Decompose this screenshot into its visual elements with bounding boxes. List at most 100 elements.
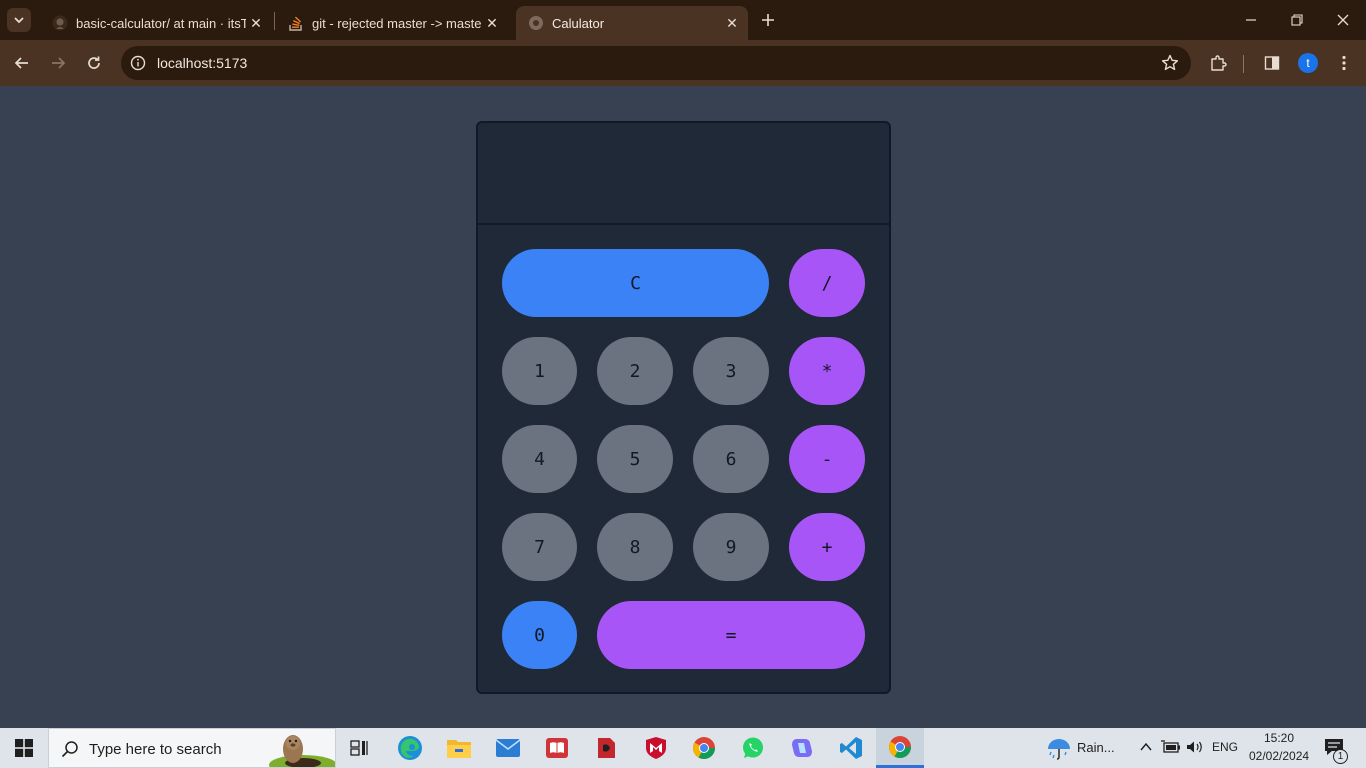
more-vertical-icon [1342, 55, 1346, 71]
chevron-up-icon[interactable] [1140, 742, 1152, 752]
tab-title: basic-calculator/ at main · itsTQ [76, 15, 246, 31]
side-panel-button[interactable] [1261, 52, 1283, 74]
taskbar-vscode[interactable] [827, 728, 875, 768]
taskbar-mcafee[interactable] [632, 728, 680, 768]
windows-taskbar: Type here to search Rain... ENG 15:20 02… [0, 728, 1366, 768]
close-icon[interactable]: ✕ [246, 13, 266, 33]
taskbar-reader[interactable] [533, 728, 581, 768]
search-placeholder: Type here to search [89, 741, 222, 758]
digit-2-button[interactable]: 2 [597, 337, 673, 405]
reload-icon [88, 56, 100, 69]
task-view-icon [350, 740, 368, 756]
taskbar-chrome[interactable] [680, 728, 728, 768]
new-tab-button[interactable] [756, 8, 780, 32]
calculator-display [478, 123, 889, 225]
clock-time[interactable]: 15:20 [1264, 731, 1294, 745]
reload-button[interactable] [78, 47, 110, 79]
tab-title: Calulator [552, 15, 605, 31]
taskbar-copilot[interactable] [778, 728, 826, 768]
restore-button[interactable] [1274, 0, 1320, 40]
whatsapp-icon [743, 737, 763, 758]
browser-menu-button[interactable] [1333, 52, 1355, 74]
digit-7-button[interactable]: 7 [502, 513, 577, 581]
profile-avatar[interactable]: t [1298, 53, 1318, 73]
notification-badge: 1 [1333, 749, 1348, 764]
github-icon [52, 15, 68, 31]
tab-strip: basic-calculator/ at main · itsTQ ✕ git … [0, 0, 1366, 40]
taskbar-app-red[interactable] [582, 728, 630, 768]
mail-icon [495, 739, 521, 757]
bookmark-star-icon[interactable] [1161, 54, 1179, 72]
forward-button[interactable] [42, 47, 74, 79]
url-text[interactable]: localhost:5173 [157, 55, 247, 71]
language-indicator[interactable]: ENG [1212, 740, 1238, 754]
close-icon[interactable]: ✕ [482, 13, 502, 33]
digit-0-button[interactable]: 0 [502, 601, 577, 669]
restore-icon [1291, 14, 1303, 26]
arrow-left-icon [14, 57, 28, 69]
minimize-icon [1246, 19, 1256, 21]
windows-logo-icon [15, 739, 33, 757]
site-info-icon[interactable] [129, 54, 147, 72]
book-icon [546, 738, 568, 758]
chevron-down-icon [14, 17, 24, 24]
taskbar-edge[interactable] [386, 728, 434, 768]
taskbar-chrome-active[interactable] [876, 728, 924, 768]
close-window-button[interactable] [1320, 0, 1366, 40]
globe-icon [529, 16, 543, 30]
volume-icon[interactable] [1186, 740, 1204, 754]
digit-3-button[interactable]: 3 [693, 337, 769, 405]
taskbar-mail[interactable] [484, 728, 532, 768]
digit-5-button[interactable]: 5 [597, 425, 673, 493]
tab-search-button[interactable] [7, 8, 31, 32]
close-icon [1337, 14, 1349, 26]
edge-icon [398, 736, 422, 760]
back-button[interactable] [6, 47, 38, 79]
close-icon[interactable]: ✕ [722, 13, 742, 33]
equals-button[interactable]: = [597, 601, 865, 669]
tab-calculator[interactable]: Calulator ✕ [516, 6, 748, 40]
tab-stackoverflow[interactable]: git - rejected master -> master ✕ [276, 6, 508, 40]
plus-icon [762, 14, 774, 26]
chrome-icon [693, 737, 715, 759]
vscode-icon [840, 737, 862, 759]
divide-button[interactable]: / [789, 249, 865, 317]
battery-icon[interactable] [1161, 740, 1181, 754]
start-button[interactable] [0, 728, 48, 768]
tab-title: git - rejected master -> master [312, 15, 482, 31]
side-panel-icon [1264, 56, 1280, 70]
folder-icon [447, 740, 471, 758]
app-icon [598, 738, 615, 758]
extensions-button[interactable] [1207, 52, 1229, 74]
puzzle-icon [1211, 55, 1227, 71]
rain-umbrella-icon[interactable] [1046, 737, 1072, 761]
taskbar-file-explorer[interactable] [435, 728, 483, 768]
copilot-icon [792, 739, 812, 757]
clear-button[interactable]: C [502, 249, 769, 317]
toolbar-divider [1243, 55, 1244, 73]
browser-toolbar: localhost:5173 [0, 40, 1366, 86]
multiply-button[interactable]: * [789, 337, 865, 405]
taskbar-whatsapp[interactable] [729, 728, 777, 768]
shield-icon [646, 737, 666, 759]
taskbar-search[interactable]: Type here to search [48, 728, 336, 768]
arrow-right-icon [52, 57, 66, 69]
digit-9-button[interactable]: 9 [693, 513, 769, 581]
stackoverflow-icon [289, 16, 302, 31]
clock-date[interactable]: 02/02/2024 [1249, 749, 1309, 763]
groundhog-search-highlight-icon [269, 735, 335, 767]
digit-4-button[interactable]: 4 [502, 425, 577, 493]
tab-github[interactable]: basic-calculator/ at main · itsTQ ✕ [40, 6, 272, 40]
digit-6-button[interactable]: 6 [693, 425, 769, 493]
calculator: C / 1 2 3 * 4 5 6 - 7 8 9 + 0 = [476, 121, 891, 694]
add-button[interactable]: + [789, 513, 865, 581]
subtract-button[interactable]: - [789, 425, 865, 493]
tab-divider [274, 12, 275, 30]
address-bar[interactable]: localhost:5173 [121, 46, 1191, 80]
minimize-button[interactable] [1228, 0, 1274, 40]
digit-1-button[interactable]: 1 [502, 337, 577, 405]
task-view-button[interactable] [336, 728, 384, 768]
weather-text[interactable]: Rain... [1077, 740, 1115, 755]
digit-8-button[interactable]: 8 [597, 513, 673, 581]
chrome-icon [889, 735, 911, 758]
